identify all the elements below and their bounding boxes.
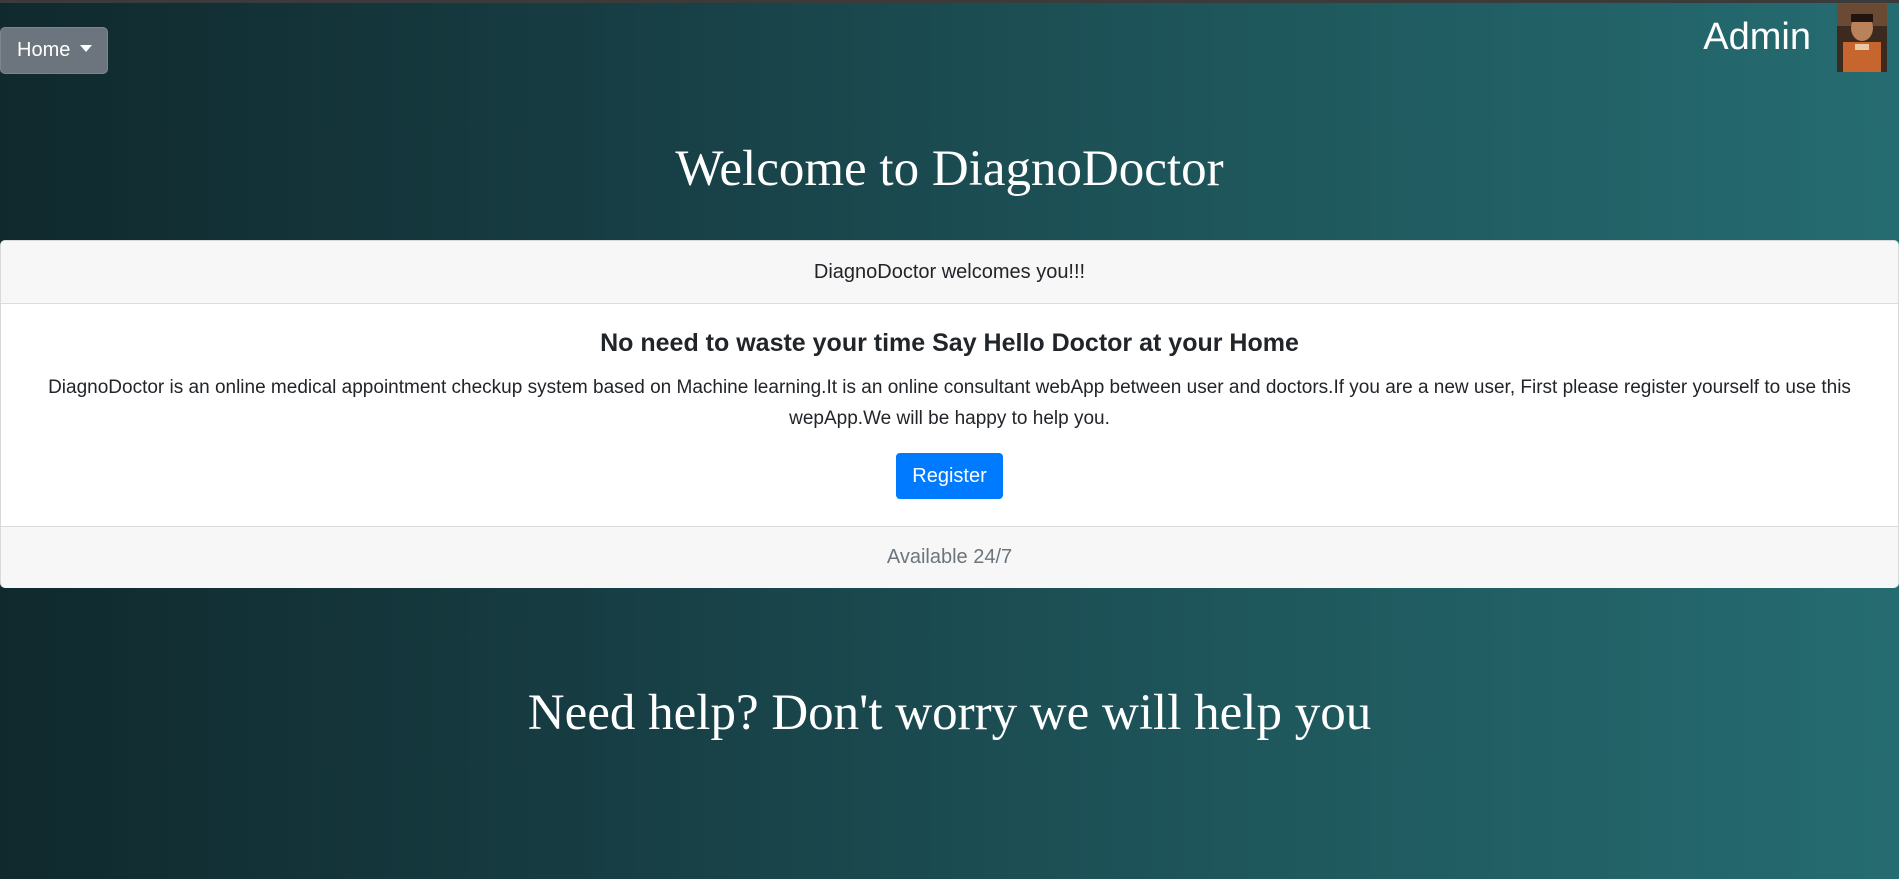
- card-body: No need to waste your time Say Hello Doc…: [1, 304, 1898, 526]
- card-title: No need to waste your time Say Hello Doc…: [600, 329, 1299, 357]
- card-header: DiagnoDoctor welcomes you!!!: [1, 241, 1898, 304]
- welcome-card: DiagnoDoctor welcomes you!!! No need to …: [0, 240, 1899, 588]
- user-name: Admin: [1703, 16, 1811, 58]
- avatar-image: [1837, 4, 1887, 72]
- help-title: Need help? Don't worry we will help you: [527, 685, 1372, 741]
- home-dropdown-label: Home: [17, 39, 71, 61]
- avatar[interactable]: [1837, 4, 1887, 72]
- card-footer: Available 24/7: [1, 526, 1898, 588]
- register-button[interactable]: Register: [896, 453, 1003, 499]
- page-title: Welcome to DiagnoDoctor: [675, 141, 1224, 197]
- card-text: DiagnoDoctor is an online medical appoin…: [48, 377, 1851, 429]
- browser-top-strip: [0, 0, 1899, 3]
- home-dropdown-button[interactable]: Home: [0, 27, 108, 74]
- caret-down-icon: [80, 45, 93, 52]
